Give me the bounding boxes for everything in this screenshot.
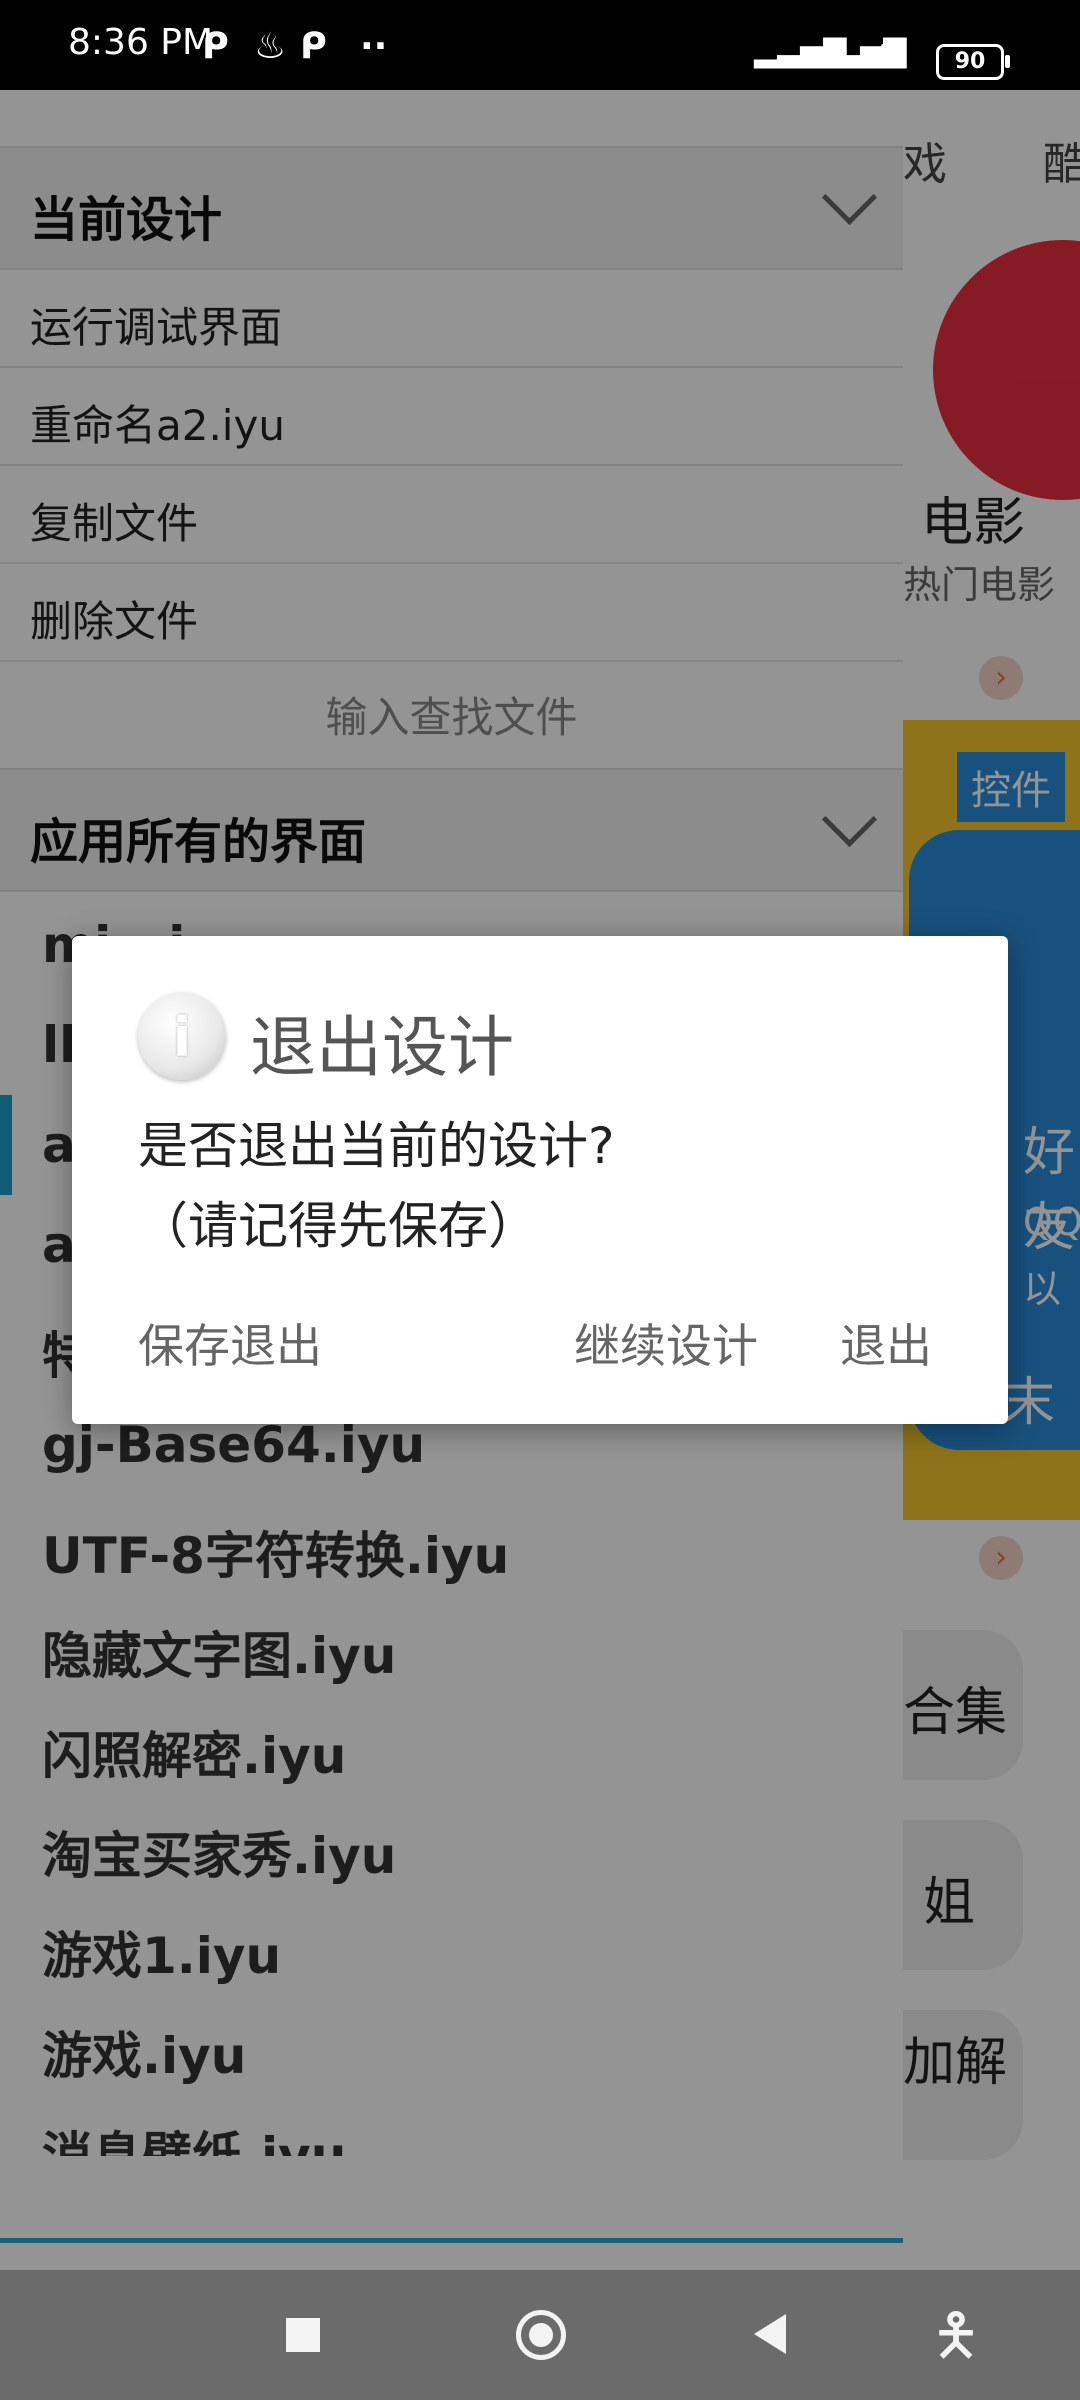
save-exit-button[interactable]: 保存退出: [138, 1310, 322, 1376]
back-icon[interactable]: [754, 2314, 786, 2354]
dialog-message-line: （请记得先保存）: [138, 1197, 538, 1255]
exit-dialog-button[interactable]: 退出: [840, 1310, 932, 1376]
p-app-icon: ᑭ: [300, 26, 327, 67]
status-time: 8:36 PM: [68, 22, 214, 63]
dialog-message-line: 是否退出当前的设计?: [138, 1117, 615, 1175]
status-bar: 8:36 PM ᑭ ♨ ᑭ ·· ▂▃▅▇ ▂▃▅▇ ⌔ 90: [0, 0, 1080, 90]
accessibility-icon[interactable]: 🯅: [928, 2300, 984, 2370]
notification-icon: ♨: [254, 26, 287, 67]
dialog-title: 退出设计: [250, 1009, 514, 1086]
continue-design-button[interactable]: 继续设计: [574, 1310, 758, 1376]
system-nav-bar: 🯅: [0, 2270, 1080, 2400]
info-icon: i: [138, 992, 226, 1080]
more-dots-icon: ··: [360, 26, 388, 67]
recents-icon[interactable]: [286, 2318, 320, 2352]
p-app-icon: ᑭ: [202, 26, 229, 67]
exit-design-dialog: i 退出设计 是否退出当前的设计? （请记得先保存） 保存退出 继续设计 退出: [72, 936, 1008, 1424]
home-icon[interactable]: [516, 2310, 566, 2360]
dialog-message: 是否退出当前的设计? （请记得先保存）: [138, 1106, 958, 1266]
wifi-icon: ⌔: [874, 31, 912, 77]
battery-icon: 90: [936, 44, 1010, 80]
